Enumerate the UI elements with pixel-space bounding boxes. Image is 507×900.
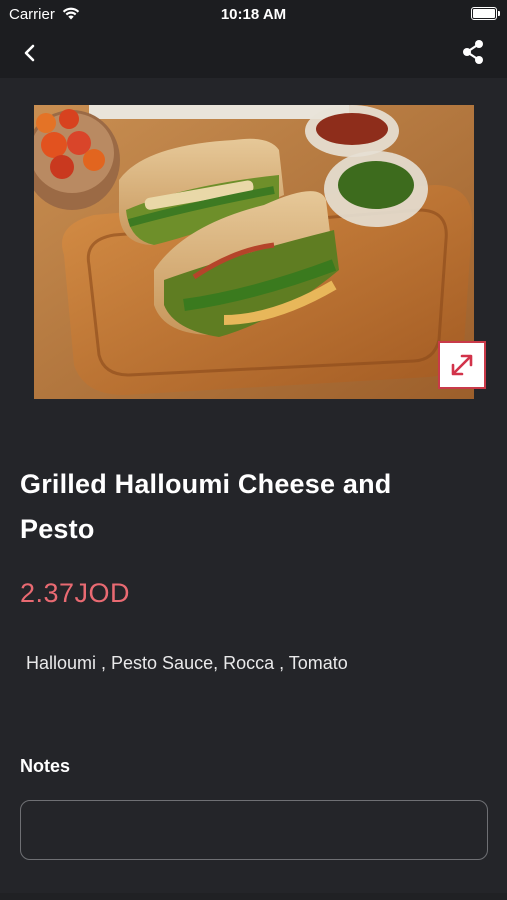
clock: 10:18 AM [220, 6, 287, 23]
bottom-divider [0, 893, 507, 900]
product-image [34, 105, 474, 399]
product-price: 2.37JOD [20, 578, 131, 608]
navigation-bar [0, 28, 507, 78]
notes-label: Notes [20, 756, 71, 776]
back-button[interactable] [18, 40, 44, 66]
expand-icon [451, 354, 473, 376]
chevron-left-icon [24, 44, 35, 62]
share-button[interactable] [459, 38, 487, 66]
share-icon [463, 40, 483, 64]
status-bar: Carrier 10:18 AM [0, 0, 507, 28]
product-title: Grilled Halloumi Cheese and Pesto [20, 469, 392, 544]
product-ingredients: Halloumi , Pesto Sauce, Rocca , Tomato [26, 653, 348, 673]
notes-input[interactable] [20, 800, 488, 860]
expand-image-button[interactable] [438, 341, 486, 389]
battery-icon [471, 7, 500, 20]
